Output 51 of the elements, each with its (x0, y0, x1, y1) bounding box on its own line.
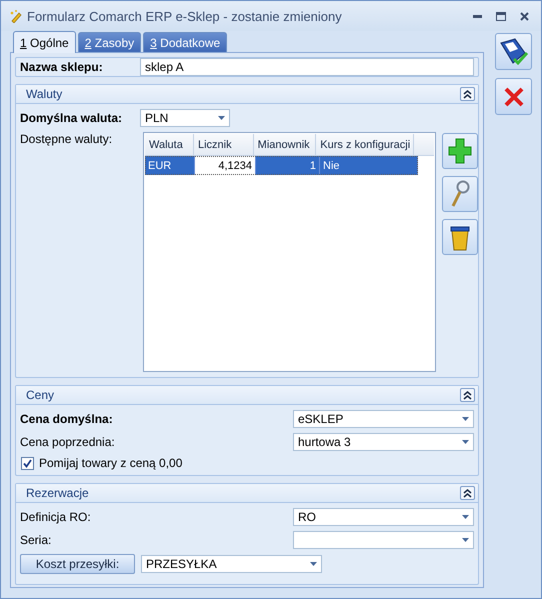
table-cell: EUR (145, 156, 195, 175)
tab[interactable]: 2 Zasoby (78, 32, 142, 52)
collapse-icon[interactable] (460, 388, 475, 402)
dropdown-arrow-icon (462, 417, 469, 421)
table-row[interactable]: EUR 4,1234 1 Nie (145, 156, 418, 175)
dropdown-field[interactable]: RO (293, 508, 474, 526)
maximize-icon[interactable] (496, 12, 506, 20)
minimize-icon[interactable] (473, 14, 482, 18)
field-label: Dostępne waluty: (20, 132, 114, 146)
field-label: Seria: (20, 533, 52, 547)
input-field[interactable]: sklep A (140, 58, 474, 76)
field-label: Domyślna waluta: (20, 111, 124, 125)
shipping-cost-button[interactable]: Koszt przesyłki: (20, 554, 135, 574)
section-title: Waluty (26, 87, 62, 101)
column-header[interactable]: Kurs z konfiguracji (316, 134, 414, 156)
trash-bin-icon[interactable] (442, 219, 478, 255)
column-header[interactable]: Mianownik (254, 134, 316, 156)
column-header[interactable]: Waluta (145, 134, 194, 156)
section-title: Rezerwacje (26, 486, 89, 500)
column-header[interactable]: Licznik (194, 134, 254, 156)
header-filler (414, 134, 434, 156)
cancel-icon[interactable] (495, 78, 532, 115)
field-label: Definicja RO: (20, 510, 91, 524)
checkbox-label: Pomijaj towary z ceną 0,00 (39, 456, 182, 470)
collapse-icon[interactable] (460, 486, 475, 500)
collapse-icon[interactable] (460, 87, 475, 101)
dropdown-arrow-icon (462, 515, 469, 519)
field-label: Cena domyślna: (20, 412, 113, 426)
add-icon[interactable] (442, 133, 478, 169)
dropdown-field[interactable]: PRZESYŁKA (141, 555, 322, 573)
dropdown-field[interactable]: PLN (140, 109, 230, 127)
dropdown-field[interactable] (293, 531, 474, 549)
table-cell: 1 (256, 156, 320, 175)
close-icon[interactable] (520, 12, 529, 20)
dropdown-field[interactable]: eSKLEP (293, 410, 474, 428)
dropdown-arrow-icon (462, 538, 469, 542)
field-label: Cena poprzednia: (20, 435, 115, 449)
dropdown-arrow-icon (218, 116, 225, 120)
dropdown-field[interactable]: hurtowa 3 (293, 433, 474, 451)
dropdown-arrow-icon (310, 562, 317, 566)
window-title: Formularz Comarch ERP e-Sklep - zostanie zmieniony (27, 8, 343, 24)
tab[interactable]: 1 Ogólne (13, 31, 76, 53)
field-label: Nazwa sklepu: (20, 60, 104, 74)
save-icon[interactable] (495, 33, 532, 70)
search-icon[interactable] (442, 176, 478, 212)
section-title: Ceny (26, 388, 54, 402)
table-cell: Nie (320, 156, 418, 175)
dropdown-arrow-icon (462, 440, 469, 444)
checkbox[interactable] (21, 456, 34, 470)
app-icon (9, 9, 23, 23)
tab[interactable]: 3 Dodatkowe (143, 32, 228, 52)
